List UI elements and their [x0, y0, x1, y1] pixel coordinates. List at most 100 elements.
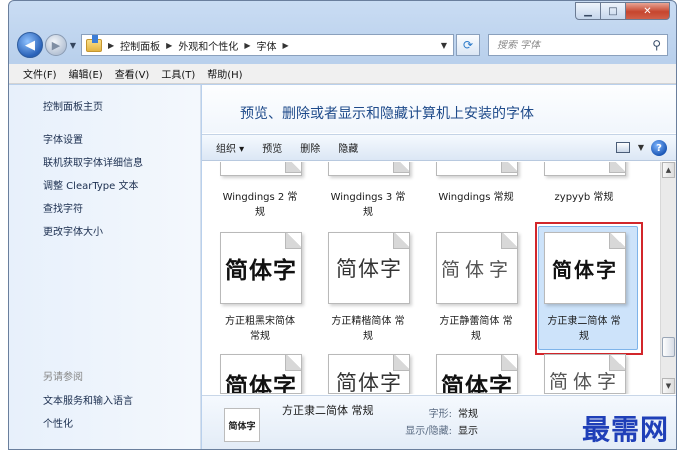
back-button[interactable]: ◀	[17, 32, 43, 58]
font-file-icon	[544, 162, 626, 176]
font-preview-icon: 简体字	[436, 232, 518, 304]
font-preview-icon: 简体字	[544, 354, 626, 394]
sidebar-link-font-settings[interactable]: 字体设置	[43, 131, 83, 146]
vertical-scrollbar[interactable]: ▲ ▼	[660, 162, 676, 394]
visibility-value: 显示	[458, 426, 478, 437]
font-name-cont: 规	[255, 207, 265, 218]
font-preview-icon: 简体字	[436, 354, 518, 394]
minimize-button[interactable]: ▁	[575, 2, 601, 20]
font-preview-icon: 简体字	[220, 354, 302, 394]
highlight-annotation-box	[535, 222, 643, 355]
change-view-icon[interactable]	[616, 142, 630, 153]
font-preview-icon: 简体字	[328, 354, 410, 394]
menu-tools[interactable]: 工具(T)	[161, 66, 195, 81]
font-tile[interactable]: 简体字 方正粗黑宋简体 常规	[210, 232, 310, 350]
font-tile[interactable]: Wingdings 3 常 规	[318, 162, 418, 232]
sidebar-link-personalization[interactable]: 个性化	[43, 415, 73, 430]
forward-arrow-icon: ▶	[51, 38, 61, 52]
font-tile[interactable]: 简体字	[426, 354, 526, 394]
hide-button[interactable]: 隐藏	[338, 140, 358, 155]
sidebar: 控制面板主页 字体设置 联机获取字体详细信息 调整 ClearType 文本 查…	[9, 85, 201, 449]
view-options-chevron-icon[interactable]: ▼	[638, 143, 644, 152]
help-icon[interactable]: ?	[651, 140, 667, 156]
refresh-icon: ⟳	[462, 38, 474, 52]
command-bar: 组织 ▾ 预览 删除 隐藏 ▼ ?	[202, 134, 676, 161]
caption-buttons: ▁ □ ✕	[575, 2, 670, 20]
font-name: 方正粗黑宋简体	[225, 316, 295, 327]
font-name: Wingdings 3 常	[330, 192, 406, 203]
menu-edit[interactable]: 编辑(E)	[69, 66, 103, 81]
menu-file[interactable]: 文件(F)	[23, 66, 57, 81]
scroll-down-arrow-icon: ▼	[665, 382, 672, 390]
breadcrumb-fonts[interactable]: 字体	[256, 38, 276, 53]
font-sample-text: 简体字	[440, 258, 513, 281]
organize-button[interactable]: 组织 ▾	[216, 140, 244, 155]
font-name: Wingdings 常规	[438, 192, 514, 203]
font-sample-text: 简体字	[225, 258, 297, 284]
font-sample-text: 简体字	[336, 257, 402, 281]
menu-view[interactable]: 查看(V)	[115, 66, 150, 81]
font-preview-icon: 简体字	[220, 232, 302, 304]
font-preview-icon: 简体字	[328, 232, 410, 304]
font-tile[interactable]: Wingdings 常规	[426, 162, 526, 232]
explorer-window: ▁ □ ✕ ◀ ▶ ▼ ▶ 控制面板 ▶ 外观和个性化 ▶ 字体 ▶ ▼ ⟳ ⚲…	[8, 0, 677, 450]
scroll-up-arrow-icon: ▲	[665, 166, 672, 174]
delete-button[interactable]: 删除	[300, 140, 320, 155]
breadcrumb-separator-icon[interactable]: ▶	[166, 41, 172, 50]
sidebar-link-control-panel-home[interactable]: 控制面板主页	[43, 98, 103, 113]
font-sample-text: 简体字	[336, 371, 402, 394]
font-name-cont: 规	[363, 331, 373, 342]
font-tile[interactable]: 简体字	[534, 354, 634, 394]
scroll-thumb[interactable]	[662, 337, 675, 357]
font-tile[interactable]: 简体字 方正静蕾简体 常 规	[426, 232, 526, 350]
menu-bar: 文件(F) 编辑(E) 查看(V) 工具(T) 帮助(H)	[9, 64, 676, 84]
menu-help[interactable]: 帮助(H)	[207, 66, 242, 81]
font-file-icon	[220, 162, 302, 176]
breadcrumb-control-panel[interactable]: 控制面板	[120, 38, 160, 53]
recent-pages-button[interactable]: ▼	[67, 41, 79, 50]
visibility-label: 显示/隐藏:	[405, 426, 452, 437]
address-bar[interactable]: ▶ 控制面板 ▶ 外观和个性化 ▶ 字体 ▶ ▼	[81, 34, 454, 56]
page-title: 预览、删除或者显示和隐藏计算机上安装的字体	[240, 106, 534, 122]
font-name: 方正静蕾简体 常	[439, 316, 513, 327]
font-tile[interactable]: 简体字	[318, 354, 418, 394]
back-arrow-icon: ◀	[25, 37, 35, 53]
font-style-value: 常规	[458, 409, 478, 420]
scroll-up-button[interactable]: ▲	[662, 162, 675, 178]
sidebar-link-font-info-online[interactable]: 联机获取字体详细信息	[43, 154, 143, 169]
font-name: Wingdings 2 常	[222, 192, 298, 203]
forward-button[interactable]: ▶	[45, 34, 67, 56]
font-name-cont: 规	[363, 207, 373, 218]
refresh-button[interactable]: ⟳	[456, 34, 480, 56]
font-name: 方正精楷简体 常	[331, 316, 405, 327]
search-box[interactable]: ⚲	[488, 34, 668, 56]
address-dropdown-icon[interactable]: ▼	[441, 41, 447, 50]
font-tile[interactable]: Wingdings 2 常 规	[210, 162, 310, 232]
font-name: zypyyb 常规	[554, 192, 614, 203]
font-grid: Wingdings 2 常 规 Wingdings 3 常 规 Wingding…	[202, 162, 660, 394]
search-icon[interactable]: ⚲	[652, 38, 661, 52]
chevron-down-icon: ▼	[69, 40, 77, 50]
control-panel-folder-icon	[86, 34, 102, 52]
selected-font-thumbnail: 简体字	[224, 408, 260, 442]
breadcrumb-appearance[interactable]: 外观和个性化	[178, 38, 238, 53]
sidebar-link-find-character[interactable]: 查找字符	[43, 200, 83, 215]
font-file-icon	[436, 162, 518, 176]
sidebar-link-cleartype[interactable]: 调整 ClearType 文本	[43, 177, 138, 192]
breadcrumb-separator-icon[interactable]: ▶	[244, 41, 250, 50]
font-tile[interactable]: 简体字	[210, 354, 310, 394]
font-tile[interactable]: 简体字 方正精楷简体 常 规	[318, 232, 418, 350]
preview-button[interactable]: 预览	[262, 140, 282, 155]
sidebar-link-change-font-size[interactable]: 更改字体大小	[43, 223, 103, 238]
search-input[interactable]	[497, 39, 667, 51]
font-name-cont: 规	[471, 331, 481, 342]
font-sample-text: 简体字	[225, 374, 297, 394]
maximize-button[interactable]: □	[601, 2, 626, 20]
breadcrumb-separator-icon[interactable]: ▶	[108, 41, 114, 50]
sidebar-link-text-services[interactable]: 文本服务和输入语言	[43, 392, 133, 407]
breadcrumb-separator-icon[interactable]: ▶	[282, 41, 288, 50]
scroll-down-button[interactable]: ▼	[662, 378, 675, 394]
close-button[interactable]: ✕	[626, 2, 670, 20]
font-name-cont: 常规	[250, 331, 270, 342]
see-also-title: 另请参阅	[43, 372, 83, 383]
